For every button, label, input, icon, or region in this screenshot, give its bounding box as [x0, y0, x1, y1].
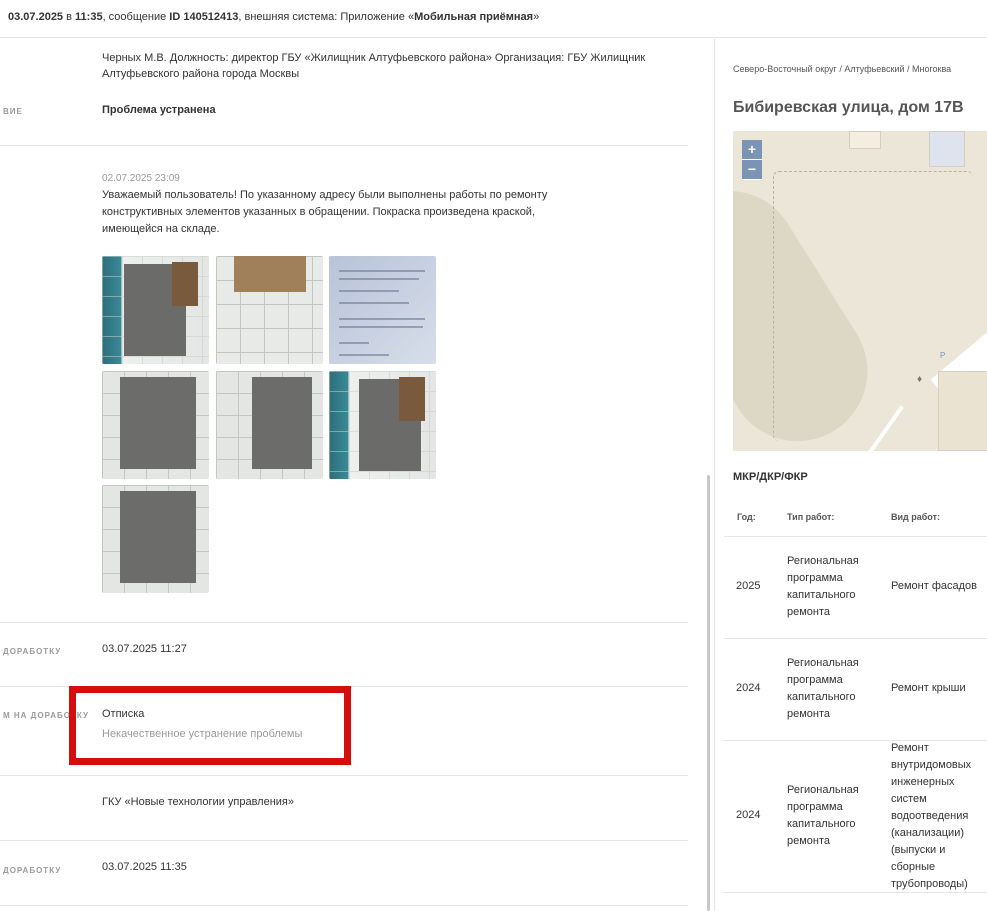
row-1-kind: Ремонт фасадов: [891, 580, 977, 592]
row-divider: [724, 638, 987, 639]
photo-thumbnail-1[interactable]: [102, 256, 209, 364]
works-section-title: МКР/ДКР/ФКР: [733, 471, 808, 483]
col-kind-header: Вид работ:: [891, 512, 940, 522]
photo-thumbnail-2[interactable]: [216, 256, 323, 364]
rework-date: 03.07.2025 11:27: [102, 643, 187, 655]
column-divider: [714, 39, 715, 911]
header-date: 03.07.2025: [8, 11, 64, 23]
status-value: Проблема устранена: [102, 104, 216, 116]
map[interactable]: ♦ P: [733, 131, 987, 451]
map-zoom-controls: + −: [742, 140, 762, 180]
rework-label: ДОРАБОТКУ: [3, 647, 62, 656]
photo-thumbnail-5[interactable]: [216, 371, 323, 479]
row-3-year: 2024: [736, 809, 761, 821]
reply-text: Уважаемый пользователь! По указанному ад…: [102, 189, 548, 235]
scrollbar[interactable]: [707, 475, 710, 911]
organization-name: ГКУ «Новые технологии управления»: [102, 796, 295, 808]
header-msg-prefix: , сообщение: [102, 11, 167, 23]
map-marker-icon: ♦: [917, 374, 923, 385]
row-3-type: Региональная программа капитального ремо…: [787, 784, 859, 847]
row-2-kind: Ремонт крыши: [891, 682, 966, 694]
header-system-suffix: »: [533, 11, 540, 23]
divider: [0, 775, 688, 776]
header-at: в: [66, 11, 72, 23]
divider: [0, 905, 688, 906]
divider: [0, 145, 688, 146]
highlight-box: [69, 686, 351, 765]
header-msg-id: ID 140512413: [169, 11, 239, 23]
col-year-header: Год:: [737, 512, 756, 522]
header-system-name: Мобильная приёмная: [414, 11, 534, 23]
row-1-year: 2025: [736, 580, 761, 592]
photo-thumbnail-4[interactable]: [102, 371, 209, 479]
col-type-header: Тип работ:: [787, 512, 835, 522]
row-3-kind: Ремонт внутридомовых инженерных систем в…: [891, 742, 972, 890]
appeal-history-panel: Черных М.В. Должность: директор ГБУ «Жил…: [0, 39, 714, 911]
row-divider: [724, 892, 987, 893]
parking-icon: P: [940, 351, 946, 360]
rework-label-2: ДОРАБОТКУ: [3, 866, 62, 875]
zoom-out-button[interactable]: −: [742, 160, 762, 180]
row-1-type: Региональная программа капитального ремо…: [787, 555, 859, 618]
reply-date: 02.07.2025 23:09: [102, 173, 180, 184]
photo-thumbnail-3[interactable]: [329, 256, 436, 364]
responsible-person: Черных М.В. Должность: директор ГБУ «Жил…: [102, 52, 646, 80]
row-2-year: 2024: [736, 682, 761, 694]
address-title: Бибиревская улица, дом 17В: [733, 99, 964, 116]
status-label: ВИЕ: [3, 107, 23, 116]
header-time: 11:35: [75, 11, 103, 23]
header-system-prefix: , внешняя система: Приложение «: [238, 11, 415, 23]
photo-thumbnail-7[interactable]: [102, 485, 209, 593]
divider: [0, 840, 688, 841]
breadcrumb: Северо-Восточный округ / Алтуфьевский / …: [733, 64, 952, 74]
message-header-text: 03.07.2025 в 11:35, сообщение ID 1405124…: [8, 11, 539, 23]
photo-thumbnail-6[interactable]: [329, 371, 436, 479]
message-header: 03.07.2025 в 11:35, сообщение ID 1405124…: [0, 0, 987, 38]
rework-date-2: 03.07.2025 11:35: [102, 861, 187, 873]
divider: [0, 622, 688, 623]
row-2-type: Региональная программа капитального ремо…: [787, 657, 859, 720]
row-divider: [724, 536, 987, 537]
zoom-in-button[interactable]: +: [742, 140, 762, 160]
